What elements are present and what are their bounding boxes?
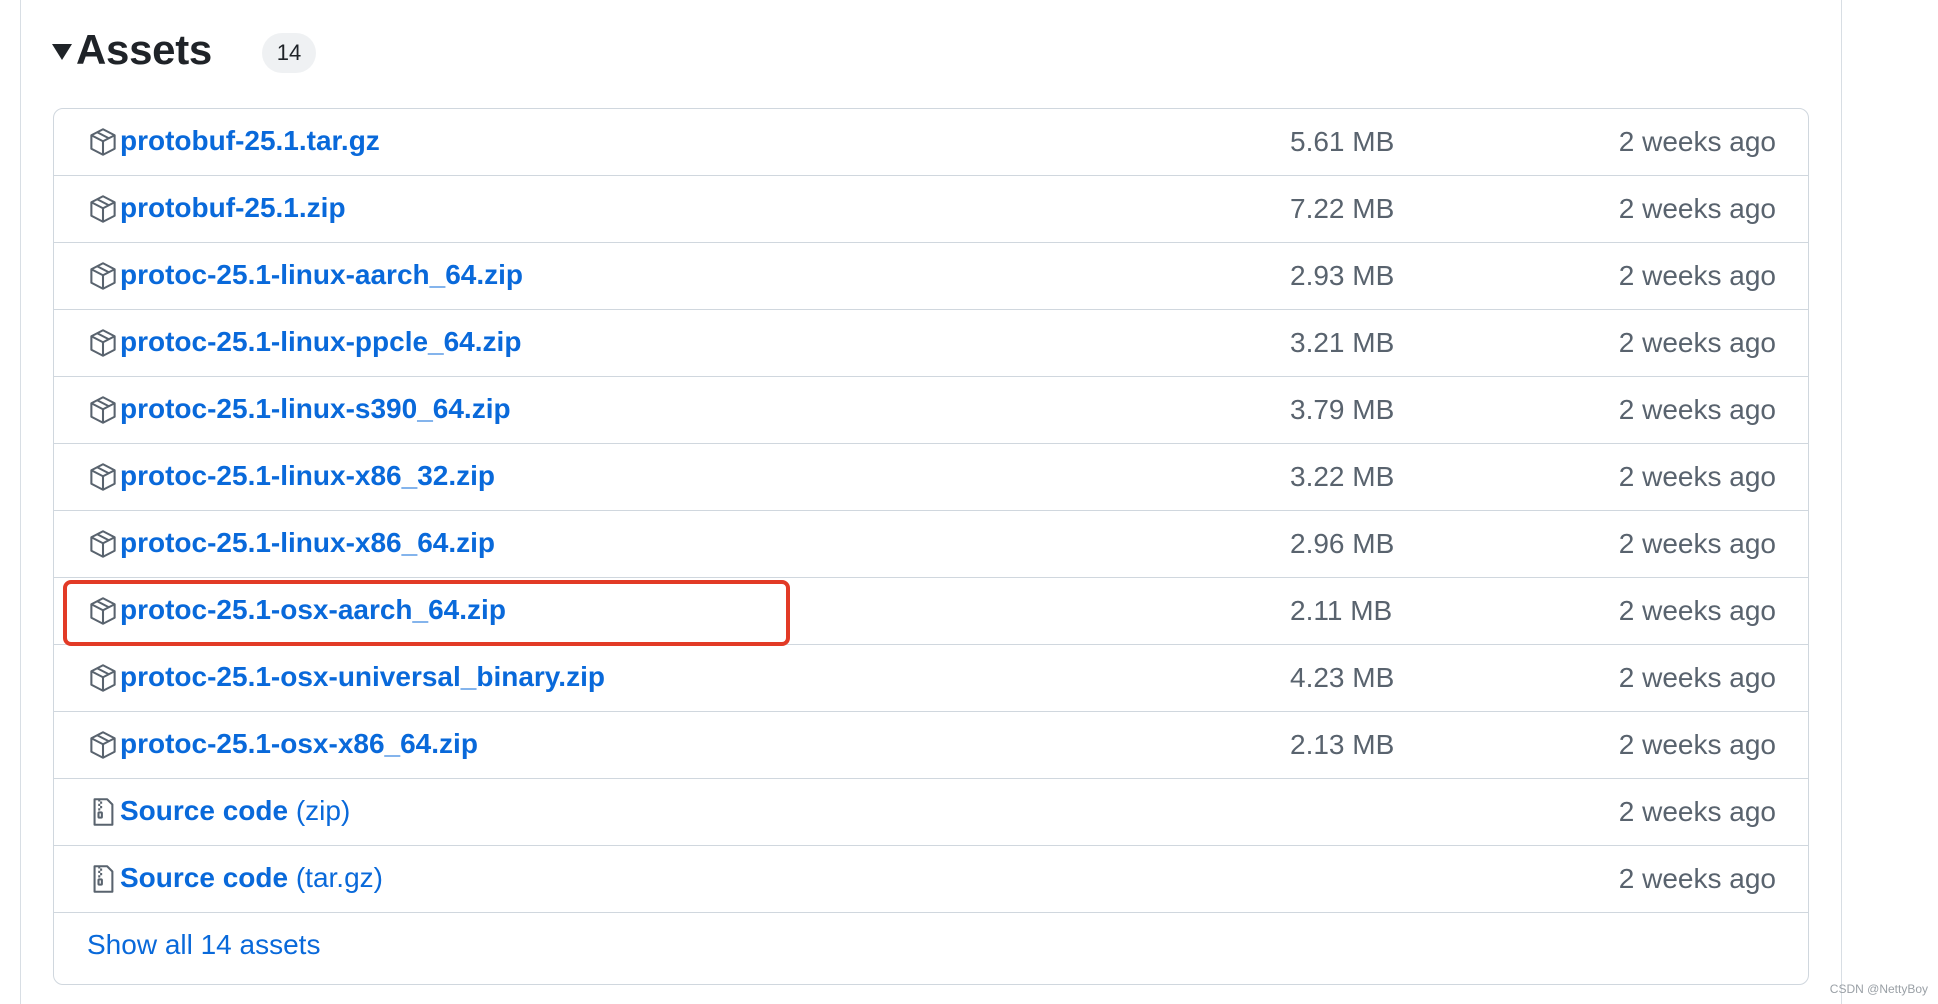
asset-download-link[interactable]: protoc-25.1-osx-aarch_64.zip <box>120 594 506 626</box>
asset-row: protoc-25.1-linux-ppcle_64.zip 3.21 MB 2 w… <box>54 310 1808 377</box>
asset-download-link[interactable]: protoc-25.1-osx-x86_64.zip <box>120 728 478 760</box>
package-icon <box>88 395 118 425</box>
asset-size: 3.21 MB <box>1290 327 1395 358</box>
asset-date: 2 weeks ago <box>1618 796 1776 827</box>
asset-name: protoc-25.1-osx-x86_64.zip <box>120 728 478 759</box>
asset-name: Source code <box>120 862 289 893</box>
asset-size: 3.22 MB <box>1290 461 1395 492</box>
asset-date: 2 weeks ago <box>1618 595 1776 626</box>
asset-row: protoc-25.1-linux-s390_64.zip 3.79 MB 2 we… <box>54 377 1808 444</box>
asset-date: 2 weeks ago <box>1618 126 1776 157</box>
asset-download-link[interactable]: protoc-25.1-linux-s390_64.zip <box>120 393 511 425</box>
asset-name: protoc-25.1-osx-aarch_64.zip <box>120 594 506 625</box>
assets-summary-toggle[interactable]: Assets 14 <box>52 22 316 78</box>
asset-download-link[interactable]: protoc-25.1-linux-x86_32.zip <box>120 460 495 492</box>
assets-count-badge: 14 <box>261 33 316 73</box>
asset-row: protoc-25.1-linux-x86_32.zip 3.22 MB 2 wee… <box>54 444 1808 511</box>
asset-size: 2.13 MB <box>1290 729 1395 760</box>
package-icon <box>88 261 118 291</box>
asset-date: 2 weeks ago <box>1618 461 1776 492</box>
asset-row: protoc-25.1-osx-universal_binary.zip 4.23… <box>54 645 1808 712</box>
show-all-assets-link[interactable]: Show all 14 assets <box>87 929 320 961</box>
asset-row: protobuf-25.1.zip 7.22 MB 2 weeks ago <box>54 176 1808 243</box>
asset-size: 2.11 MB <box>1290 595 1393 626</box>
package-icon <box>88 663 118 693</box>
asset-date: 2 weeks ago <box>1618 662 1776 693</box>
asset-download-link[interactable]: protobuf-25.1.zip <box>120 192 346 224</box>
asset-row: Source code (tar.gz) 2 weeks ago <box>54 846 1808 913</box>
asset-date: 2 weeks ago <box>1618 193 1776 224</box>
package-icon <box>88 127 118 157</box>
asset-date: 2 weeks ago <box>1618 528 1776 559</box>
asset-row: protoc-25.1-osx-x86_64.zip 2.13 MB 2 weeks… <box>54 712 1808 779</box>
asset-date: 2 weeks ago <box>1618 729 1776 760</box>
package-icon <box>88 730 118 760</box>
asset-date: 2 weeks ago <box>1618 394 1776 425</box>
package-icon <box>88 596 118 626</box>
asset-size: 2.93 MB <box>1290 260 1395 291</box>
asset-format-suffix: (zip) <box>288 795 351 826</box>
asset-name: protoc-25.1-linux-x86_32.zip <box>120 460 496 491</box>
asset-name: Source code <box>120 795 289 826</box>
package-icon <box>88 328 118 358</box>
asset-size: 3.79 MB <box>1290 394 1395 425</box>
asset-download-link[interactable]: protoc-25.1-linux-aarch_64.zip <box>120 259 523 291</box>
file-zip-icon <box>88 797 118 827</box>
right-divider <box>1841 0 1842 1004</box>
asset-download-link[interactable]: Source code (zip) <box>120 795 350 827</box>
show-all-row: Show all 14 assets <box>54 913 1808 980</box>
asset-size: 5.61 MB <box>1290 126 1395 157</box>
release-assets-page: Assets 14 protobuf-25.1.tar.gz 5.61 MB 2 w… <box>0 0 1938 1004</box>
package-icon <box>88 529 118 559</box>
asset-size: 4.23 MB <box>1290 662 1395 693</box>
asset-format-suffix: (tar.gz) <box>288 862 383 893</box>
file-zip-icon <box>88 864 118 894</box>
assets-list: protobuf-25.1.tar.gz 5.61 MB 2 weeks ago pr… <box>53 108 1809 985</box>
asset-row: Source code (zip) 2 weeks ago <box>54 779 1808 846</box>
asset-download-link[interactable]: protoc-25.1-osx-universal_binary.zip <box>120 661 605 693</box>
asset-name: protobuf-25.1.tar.gz <box>120 125 380 156</box>
asset-name: protobuf-25.1.zip <box>120 192 346 223</box>
asset-row: protobuf-25.1.tar.gz 5.61 MB 2 weeks ago <box>54 109 1808 176</box>
left-divider <box>20 0 21 1004</box>
asset-name: protoc-25.1-linux-aarch_64.zip <box>120 259 524 290</box>
asset-size: 7.22 MB <box>1290 193 1395 224</box>
asset-row: protoc-25.1-linux-x86_64.zip 2.96 MB 2 wee… <box>54 511 1808 578</box>
asset-size: 2.96 MB <box>1290 528 1395 559</box>
asset-row: protoc-25.1-osx-aarch_64.zip 2.11 MB 2 wee… <box>54 578 1808 645</box>
asset-name: protoc-25.1-linux-s390_64.zip <box>120 393 511 424</box>
asset-row: protoc-25.1-linux-aarch_64.zip 2.93 MB 2 w… <box>54 243 1808 310</box>
asset-date: 2 weeks ago <box>1618 260 1776 291</box>
asset-download-link[interactable]: protoc-25.1-linux-ppcle_64.zip <box>120 326 521 358</box>
asset-name: protoc-25.1-osx-universal_binary.zip <box>120 661 605 692</box>
asset-date: 2 weeks ago <box>1618 327 1776 358</box>
watermark: CSDN @NettyBoy <box>1829 982 1928 996</box>
asset-download-link[interactable]: protobuf-25.1.tar.gz <box>120 125 380 157</box>
asset-name: protoc-25.1-linux-x86_64.zip <box>120 527 496 558</box>
package-icon <box>88 462 118 492</box>
package-icon <box>88 194 118 224</box>
asset-date: 2 weeks ago <box>1618 863 1776 894</box>
asset-download-link[interactable]: Source code (tar.gz) <box>120 862 383 894</box>
assets-title: Assets <box>76 26 212 73</box>
asset-download-link[interactable]: protoc-25.1-linux-x86_64.zip <box>120 527 495 559</box>
asset-name: protoc-25.1-linux-ppcle_64.zip <box>120 326 522 357</box>
caret-down-icon <box>52 44 72 60</box>
